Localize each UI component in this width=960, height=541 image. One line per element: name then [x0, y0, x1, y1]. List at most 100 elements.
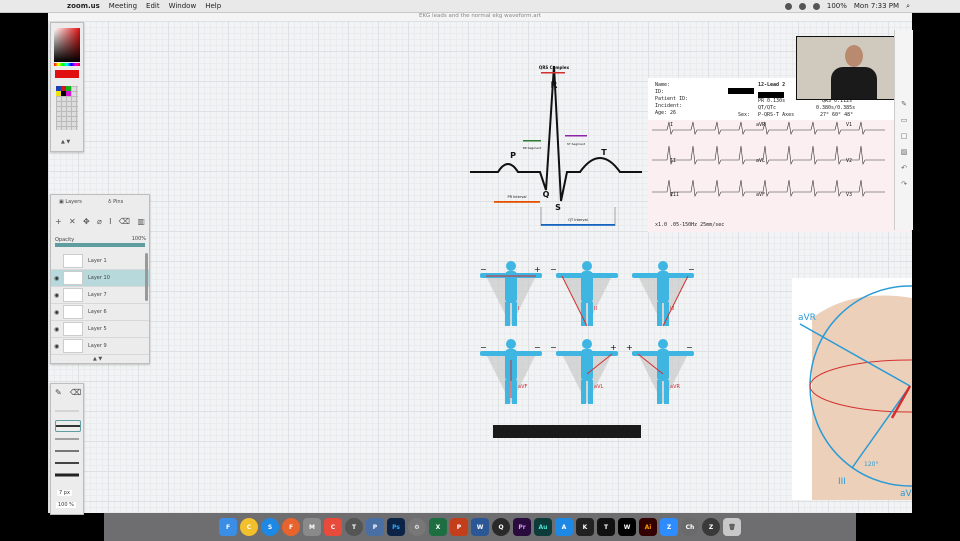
brush-preset[interactable]: [55, 434, 79, 444]
svg-text:−: −: [550, 265, 557, 274]
settings-icon[interactable]: ⚙: [408, 518, 426, 536]
current-color-swatch[interactable]: [55, 70, 79, 78]
lead-label: aVR: [756, 122, 766, 128]
app-store-icon[interactable]: A: [555, 518, 573, 536]
zoom-it-icon[interactable]: Z: [702, 518, 720, 536]
audition-icon[interactable]: Au: [534, 518, 552, 536]
quicktime-icon[interactable]: Q: [492, 518, 510, 536]
webstorm-icon[interactable]: W: [618, 518, 636, 536]
search-icon[interactable]: ⌕: [906, 2, 910, 11]
eye-icon[interactable]: ◉: [54, 292, 59, 299]
brush-preset[interactable]: [55, 470, 79, 480]
word-icon[interactable]: W: [471, 518, 489, 536]
ekg-waveform-diagram: QRS Complex R P Q S T PR Segment ST Segm…: [470, 65, 642, 226]
redo-icon[interactable]: ↷: [899, 180, 909, 188]
layer-thumbnail: [63, 305, 83, 319]
tab-pins[interactable]: ♁ Pins: [108, 199, 123, 211]
layer-scrollbar[interactable]: [145, 253, 148, 301]
layer-row[interactable]: ◉ Layer 6: [51, 304, 149, 321]
image-icon[interactable]: ▨: [899, 148, 909, 156]
eraser-tool-icon[interactable]: ⌫: [70, 388, 81, 397]
eye-icon[interactable]: ◉: [54, 309, 59, 316]
layer-row[interactable]: ◉ Layer 5: [51, 321, 149, 338]
chess-icon[interactable]: Ch: [681, 518, 699, 536]
menu-window[interactable]: Window: [169, 2, 197, 10]
brush-size[interactable]: 7 px: [57, 490, 72, 496]
tab-layers[interactable]: ▣ Layers: [59, 199, 82, 211]
report-axes-value: 27° 60° 48°: [820, 112, 854, 118]
safari-icon[interactable]: S: [261, 518, 279, 536]
layer-row[interactable]: ◉ Layer 9: [51, 338, 149, 355]
terminal-icon[interactable]: T: [597, 518, 615, 536]
opacity-slider[interactable]: [55, 243, 145, 247]
firefox-icon[interactable]: F: [282, 518, 300, 536]
svg-text:−: −: [480, 265, 487, 274]
report-qt: QT/QTc: [758, 105, 777, 111]
chrome-icon[interactable]: C: [240, 518, 258, 536]
messages-icon[interactable]: M: [303, 518, 321, 536]
eye-icon[interactable]: ◉: [54, 275, 59, 282]
r-wave-label: R: [551, 81, 558, 91]
report-sex: Sex:: [738, 112, 751, 118]
menu-edit[interactable]: Edit: [146, 2, 160, 10]
color-picker[interactable]: [54, 28, 80, 62]
pen-icon[interactable]: ✎: [899, 100, 909, 108]
brush-preset[interactable]: [55, 420, 81, 432]
swatch-grid[interactable]: [56, 86, 78, 130]
illustrator-icon[interactable]: Ai: [639, 518, 657, 536]
powerpoint-icon[interactable]: P: [450, 518, 468, 536]
svg-text:−: −: [550, 343, 557, 352]
brush-preset[interactable]: [55, 446, 79, 456]
status-icon[interactable]: [784, 2, 792, 10]
kindle-icon[interactable]: K: [576, 518, 594, 536]
eye-icon[interactable]: ◉: [54, 326, 59, 333]
square-icon[interactable]: □: [899, 132, 909, 140]
layer-row[interactable]: ◉ Layer 7: [51, 287, 149, 304]
menu-help[interactable]: Help: [205, 2, 221, 10]
wifi-icon[interactable]: [812, 2, 820, 10]
trash-icon[interactable]: ▥: [137, 217, 145, 226]
eraser-icon[interactable]: ⌫: [119, 217, 130, 226]
excel-icon[interactable]: X: [429, 518, 447, 536]
clock[interactable]: Mon 7:33 PM: [854, 2, 899, 10]
trash-icon[interactable]: 🗑: [723, 518, 741, 536]
tab-layers-label: Layers: [65, 199, 82, 205]
add-layer-icon[interactable]: +: [55, 217, 62, 226]
calendar-icon[interactable]: C: [324, 518, 342, 536]
hue-slider[interactable]: [54, 63, 80, 66]
brush-panel: ✎ ⌫ 7 px 100 %: [50, 383, 84, 515]
menu-meeting[interactable]: Meeting: [109, 2, 137, 10]
layer-row[interactable]: ◉ Layer 10: [51, 270, 149, 287]
preview-icon[interactable]: P: [366, 518, 384, 536]
time-machine-icon[interactable]: T: [345, 518, 363, 536]
rotate-icon[interactable]: ⌀: [97, 217, 102, 226]
transform-icon[interactable]: ✕: [69, 217, 76, 226]
panel-arrows-icon[interactable]: ▲ ▼: [61, 139, 70, 145]
status-icon[interactable]: [798, 2, 806, 10]
webcam-video[interactable]: [796, 36, 910, 100]
finder-icon[interactable]: F: [219, 518, 237, 536]
comment-icon[interactable]: ▭: [899, 116, 909, 124]
premiere-icon[interactable]: Pr: [513, 518, 531, 536]
menu-app-name[interactable]: zoom.us: [67, 2, 100, 10]
report-qt-value: 0.380s/0.385s: [816, 105, 856, 111]
panel-arrows-icon[interactable]: ▲ ▼: [93, 356, 102, 362]
battery-percent[interactable]: 100%: [827, 2, 847, 10]
zoom-icon[interactable]: Z: [660, 518, 678, 536]
svg-text:+: +: [626, 343, 633, 352]
brush-tool-icon[interactable]: ✎: [55, 388, 62, 397]
caption-strip: [493, 425, 641, 438]
undo-icon[interactable]: ↶: [899, 164, 909, 172]
layer-row[interactable]: Layer 1: [51, 253, 149, 270]
lead-label: aVF: [756, 192, 766, 198]
brush-opacity[interactable]: 100 %: [56, 502, 76, 508]
svg-text:+: +: [610, 343, 617, 352]
brush-preset[interactable]: [55, 458, 79, 468]
brush-preset[interactable]: [55, 406, 79, 416]
lead-label: aVF: [518, 384, 527, 390]
lead-label: III: [670, 306, 674, 312]
eye-icon[interactable]: ◉: [54, 343, 59, 350]
photoshop-icon[interactable]: Ps: [387, 518, 405, 536]
move-icon[interactable]: ✥: [83, 217, 90, 226]
text-icon[interactable]: I: [109, 217, 111, 226]
